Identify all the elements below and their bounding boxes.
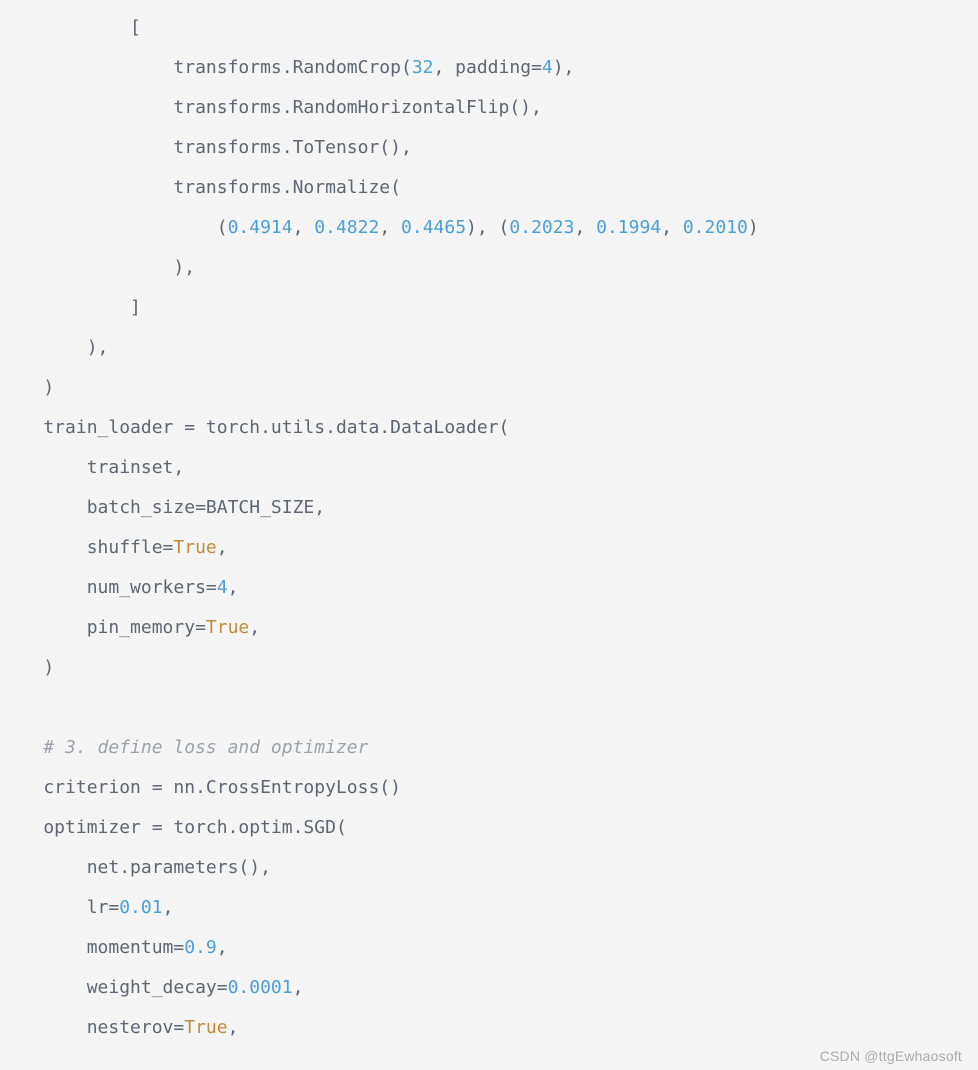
- code-token-text: ,: [379, 217, 401, 238]
- code-token-text: ,: [217, 537, 228, 558]
- code-token-com: # 3. define loss and optimizer: [43, 737, 368, 758]
- code-token-text: [: [0, 17, 141, 38]
- code-token-num: 0.9: [184, 937, 217, 958]
- code-token-text: ), (: [466, 217, 509, 238]
- code-token-text: pin_memory=: [0, 617, 206, 638]
- code-token-text: nesterov=: [0, 1017, 184, 1038]
- code-token-text: transforms.Normalize(: [0, 177, 401, 198]
- code-token-num: 0.2010: [683, 217, 748, 238]
- code-token-text: trainset,: [0, 457, 184, 478]
- code-token-text: ,: [574, 217, 596, 238]
- code-token-text: criterion = nn.CrossEntropyLoss(): [0, 777, 401, 798]
- code-token-num: 4: [217, 577, 228, 598]
- code-token-num: 0.4914: [228, 217, 293, 238]
- code-token-text: ,: [217, 937, 228, 958]
- code-block: [ transforms.RandomCrop(32, padding=4), …: [0, 0, 978, 1048]
- code-token-text: optimizer = torch.optim.SGD(: [0, 817, 347, 838]
- code-token-num: 0.1994: [596, 217, 661, 238]
- code-token-text: [0, 737, 43, 758]
- code-token-text: ),: [0, 337, 108, 358]
- code-token-text: ,: [293, 977, 304, 998]
- watermark-text: CSDN @ttgEwhaosoft: [820, 1048, 962, 1064]
- code-token-text: net.parameters(),: [0, 857, 271, 878]
- code-token-num: 0.4465: [401, 217, 466, 238]
- code-token-text: ,: [249, 617, 260, 638]
- code-token-text: ,: [661, 217, 683, 238]
- code-token-text: weight_decay=: [0, 977, 228, 998]
- code-token-text: transforms.RandomCrop(: [0, 57, 412, 78]
- code-token-num: 0.0001: [228, 977, 293, 998]
- code-token-text: , padding=: [434, 57, 542, 78]
- code-token-text: train_loader = torch.utils.data.DataLoad…: [0, 417, 509, 438]
- code-token-text: transforms.RandomHorizontalFlip(),: [0, 97, 542, 118]
- code-token-text: ,: [163, 897, 174, 918]
- code-token-kw: True: [206, 617, 249, 638]
- code-token-text: shuffle=: [0, 537, 173, 558]
- code-token-text: momentum=: [0, 937, 184, 958]
- code-token-text: ): [0, 657, 54, 678]
- code-token-text: ): [748, 217, 759, 238]
- code-token-text: ,: [228, 1017, 239, 1038]
- code-token-text: ,: [293, 217, 315, 238]
- code-token-num: 0.2023: [509, 217, 574, 238]
- code-token-text: ]: [0, 297, 141, 318]
- code-token-kw: True: [184, 1017, 227, 1038]
- code-token-text: ),: [0, 257, 195, 278]
- code-token-num: 0.4822: [314, 217, 379, 238]
- code-token-num: 0.01: [119, 897, 162, 918]
- code-token-text: batch_size=BATCH_SIZE,: [0, 497, 325, 518]
- code-token-text: ): [0, 377, 54, 398]
- code-token-num: 32: [412, 57, 434, 78]
- code-token-num: 4: [542, 57, 553, 78]
- code-token-text: transforms.ToTensor(),: [0, 137, 412, 158]
- code-token-kw: True: [173, 537, 216, 558]
- code-token-text: num_workers=: [0, 577, 217, 598]
- code-token-text: ,: [228, 577, 239, 598]
- code-token-text: ),: [553, 57, 575, 78]
- code-token-text: lr=: [0, 897, 119, 918]
- code-token-text: (: [0, 217, 228, 238]
